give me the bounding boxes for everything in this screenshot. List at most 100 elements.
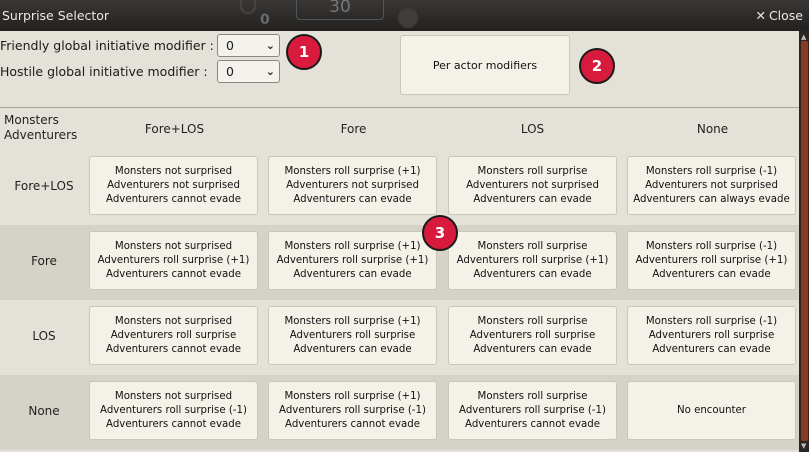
- cell-line: Adventurers can evade: [652, 343, 771, 355]
- cell-line: Monsters roll surprise: [477, 165, 588, 177]
- window-titlebar: Surprise Selector 0 30 ✕ Close: [0, 0, 809, 31]
- background-zero-text: 0: [260, 12, 270, 28]
- column-header-fore: Fore: [340, 122, 367, 136]
- close-icon: ✕: [755, 8, 766, 23]
- row-header-los: LOS: [32, 329, 56, 343]
- corner-monsters-label: Monsters: [4, 113, 59, 127]
- cell-line: Adventurers roll surprise: [110, 329, 237, 341]
- table-cell[interactable]: Monsters roll surprise (-1) Adventurers …: [627, 156, 796, 215]
- row-header-fore: Fore: [31, 254, 57, 268]
- cell-line: Adventurers roll surprise (-1): [459, 404, 606, 416]
- close-button[interactable]: ✕ Close: [755, 8, 803, 23]
- table-cell[interactable]: Monsters roll surprise (+1) Adventurers …: [268, 381, 437, 440]
- cell-line: Monsters roll surprise (+1): [284, 165, 421, 177]
- friendly-modifier-select[interactable]: 0 ⌄: [217, 34, 280, 57]
- cell-line: Adventurers roll surprise: [648, 329, 775, 341]
- scroll-up-icon[interactable]: ▲: [801, 33, 806, 41]
- cell-line: Monsters roll surprise (-1): [645, 315, 778, 327]
- friendly-modifier-row: Friendly global initiative modifier : 0 …: [0, 34, 280, 57]
- hostile-modifier-select[interactable]: 0 ⌄: [217, 60, 280, 83]
- table-cell[interactable]: Monsters roll surprise Adventurers not s…: [448, 156, 617, 215]
- cell-line: Adventurers can always evade: [633, 193, 790, 205]
- cell-line: Adventurers can evade: [293, 193, 412, 205]
- row-header-fore-los: Fore+LOS: [14, 179, 74, 193]
- friendly-modifier-value: 0: [226, 38, 234, 53]
- cell-line: Adventurers cannot evade: [106, 343, 241, 355]
- cell-line: Adventurers roll surprise (-1): [279, 404, 426, 416]
- cell-line: Adventurers can evade: [473, 343, 592, 355]
- column-header-fore-los: Fore+LOS: [144, 122, 205, 136]
- row-header-none: None: [28, 404, 60, 418]
- header-divider: [0, 107, 799, 108]
- table-corner-header: Monsters Adventurers: [4, 113, 77, 143]
- cell-line: Monsters roll surprise: [477, 315, 588, 327]
- cell-line: Adventurers can evade: [473, 268, 592, 280]
- cell-line: Adventurers roll surprise (+1): [635, 254, 788, 266]
- cell-line: Adventurers roll surprise: [469, 329, 596, 341]
- table-cell[interactable]: Monsters roll surprise (+1) Adventurers …: [268, 231, 437, 290]
- cell-line: Monsters not surprised: [114, 165, 233, 177]
- cell-line: Adventurers cannot evade: [106, 418, 241, 430]
- table-cell[interactable]: Monsters roll surprise (-1) Adventurers …: [627, 231, 796, 290]
- table-cell[interactable]: Monsters not surprised Adventurers roll …: [89, 381, 258, 440]
- background-number-text: 30: [296, 0, 384, 20]
- scrollbar-thumb[interactable]: [801, 41, 808, 441]
- cell-line: Monsters not surprised: [114, 240, 233, 252]
- cell-line: Monsters roll surprise: [477, 390, 588, 402]
- cell-line: Monsters roll surprise (+1): [284, 315, 421, 327]
- cell-line: Adventurers cannot evade: [106, 268, 241, 280]
- cell-line: Adventurers can evade: [293, 343, 412, 355]
- cell-line: Monsters roll surprise (-1): [645, 165, 778, 177]
- hostile-modifier-row: Hostile global initiative modifier : 0 ⌄: [0, 60, 280, 83]
- table-cell[interactable]: Monsters roll surprise (+1) Adventurers …: [268, 156, 437, 215]
- hostile-modifier-label: Hostile global initiative modifier :: [0, 64, 208, 79]
- scrollbar[interactable]: ▲ ▼: [799, 31, 809, 452]
- table-cell[interactable]: Monsters roll surprise Adventurers roll …: [448, 381, 617, 440]
- cell-line: Adventurers cannot evade: [465, 418, 600, 430]
- chevron-down-icon: ⌄: [265, 65, 275, 78]
- cell-line: Adventurers cannot evade: [285, 418, 420, 430]
- cell-line: Adventurers roll surprise (+1): [456, 254, 609, 266]
- cell-line: No encounter: [676, 404, 746, 416]
- cell-line: Adventurers can evade: [293, 268, 412, 280]
- table-cell[interactable]: Monsters not surprised Adventurers roll …: [89, 231, 258, 290]
- friendly-modifier-label: Friendly global initiative modifier :: [0, 38, 214, 53]
- cell-line: Adventurers not surprised: [645, 179, 778, 191]
- cell-line: Adventurers roll surprise (+1): [276, 254, 429, 266]
- table-cell[interactable]: Monsters roll surprise Adventurers roll …: [448, 231, 617, 290]
- table-cell[interactable]: Monsters roll surprise (-1) Adventurers …: [627, 306, 796, 365]
- cell-line: Adventurers roll surprise (-1): [100, 404, 247, 416]
- cell-line: Monsters not surprised: [114, 390, 233, 402]
- table-cell[interactable]: Monsters not surprised Adventurers roll …: [89, 306, 258, 365]
- cell-line: Adventurers not surprised: [286, 179, 419, 191]
- background-token-decoration: [398, 8, 418, 28]
- cell-line: Adventurers not surprised: [466, 179, 599, 191]
- annotation-badge-1: 1: [286, 34, 322, 70]
- scroll-down-icon[interactable]: ▼: [801, 442, 806, 450]
- cell-line: Adventurers not surprised: [107, 179, 240, 191]
- annotation-badge-2: 2: [579, 48, 615, 84]
- cell-line: Monsters roll surprise (-1): [645, 240, 778, 252]
- annotation-badge-3: 3: [422, 215, 458, 251]
- cell-line: Monsters roll surprise (+1): [284, 390, 421, 402]
- surprise-selector-body: Friendly global initiative modifier : 0 …: [0, 31, 799, 452]
- cell-line: Monsters not surprised: [114, 315, 233, 327]
- table-cell[interactable]: Monsters not surprised Adventurers not s…: [89, 156, 258, 215]
- column-header-none: None: [696, 122, 729, 136]
- cell-line: Adventurers roll surprise (+1): [97, 254, 250, 266]
- close-label: Close: [768, 8, 803, 23]
- chevron-down-icon: ⌄: [265, 39, 275, 52]
- hostile-modifier-value: 0: [226, 64, 234, 79]
- cell-line: Monsters roll surprise (+1): [284, 240, 421, 252]
- table-cell[interactable]: Monsters roll surprise Adventurers roll …: [448, 306, 617, 365]
- window-title: Surprise Selector: [2, 8, 110, 23]
- background-ring-decoration: [240, 0, 256, 14]
- corner-adventurers-label: Adventurers: [4, 128, 78, 142]
- table-cell[interactable]: No encounter: [627, 381, 796, 440]
- per-actor-modifiers-button[interactable]: Per actor modifiers: [400, 35, 570, 95]
- cell-line: Adventurers can evade: [652, 268, 771, 280]
- cell-line: Monsters roll surprise: [477, 240, 588, 252]
- table-cell[interactable]: Monsters roll surprise (+1) Adventurers …: [268, 306, 437, 365]
- column-header-los: LOS: [520, 122, 545, 136]
- cell-line: Adventurers cannot evade: [106, 193, 241, 205]
